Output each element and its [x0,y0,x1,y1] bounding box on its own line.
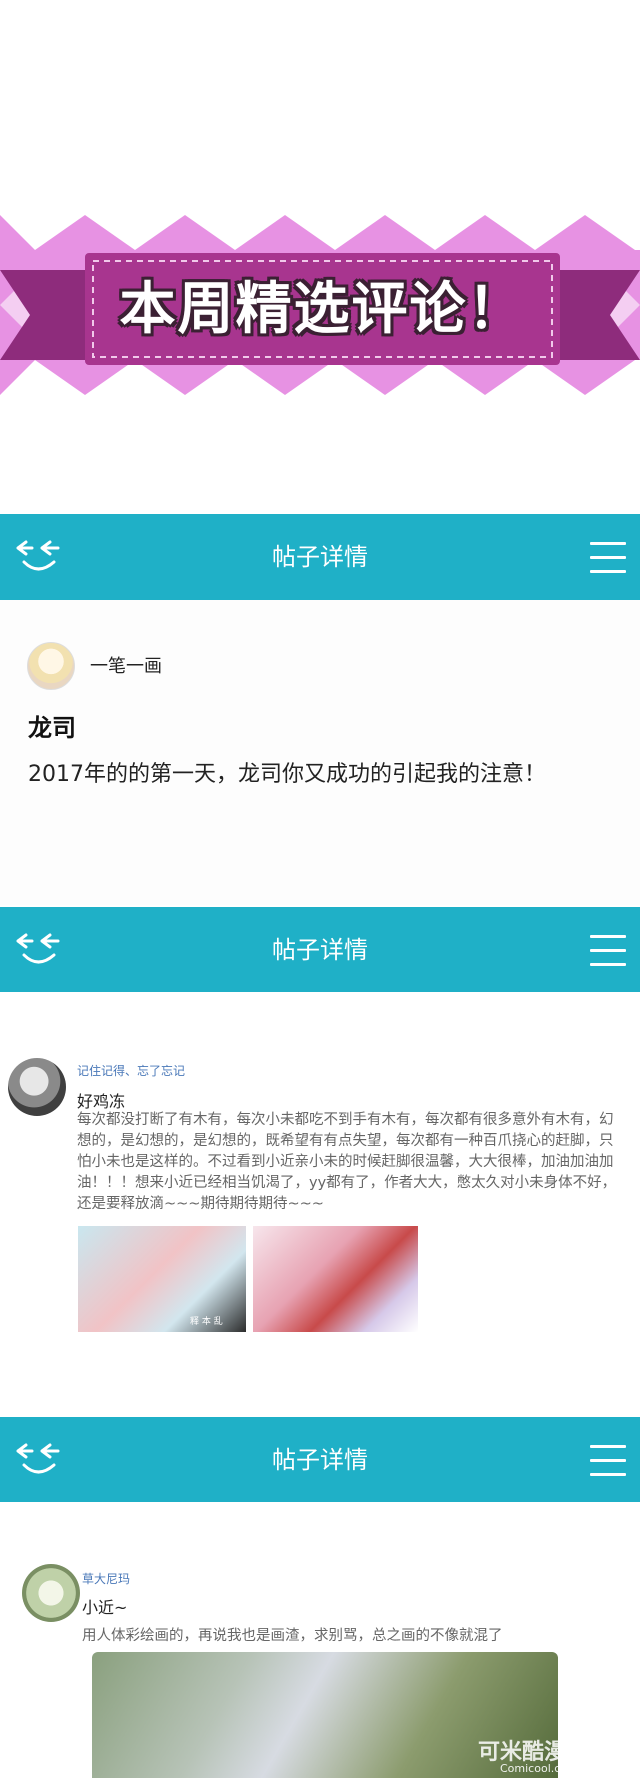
avatar[interactable] [8,1058,66,1116]
avatar[interactable] [27,642,75,690]
page-title: 帖子详情 [272,1446,368,1474]
app-header: 帖子详情 [0,514,640,600]
menu-icon[interactable] [590,538,626,576]
username[interactable]: 好鸡冻 [77,1088,125,1112]
banner-title: 本周精选评论！ [119,277,526,342]
menu-icon[interactable] [590,1441,626,1479]
post-image[interactable] [253,1226,418,1332]
username[interactable]: 小近~ [82,1594,127,1618]
user-tag[interactable]: 记住记得、忘了忘记 [77,1062,185,1079]
image-caption: 释 本 乱 [190,1317,223,1327]
app-header: 帖子详情 [0,1417,640,1503]
watermark-url: Comicool.cn [500,1762,568,1775]
post-body: 2017年的的第一天，龙司你又成功的引起我的注意！ [28,762,546,787]
username[interactable]: 一笔一画 [90,652,162,678]
menu-icon[interactable] [590,931,626,969]
user-tag[interactable]: 草大尼玛 [82,1570,130,1587]
page-title: 帖子详情 [272,936,368,964]
post-body: 每次都没打断了有木有，每次小未都吃不到手有木有，每次都有很多意外有木有，幻想的，… [77,1112,617,1212]
page-title: 帖子详情 [272,543,368,571]
post-title: 龙司 [28,714,76,742]
app-header: 帖子详情 [0,907,640,993]
post-card [0,600,640,905]
avatar[interactable] [22,1564,80,1622]
post-body: 用人体彩绘画的，再说我也是画渣，求别骂，总之画的不像就混了 [82,1628,503,1644]
